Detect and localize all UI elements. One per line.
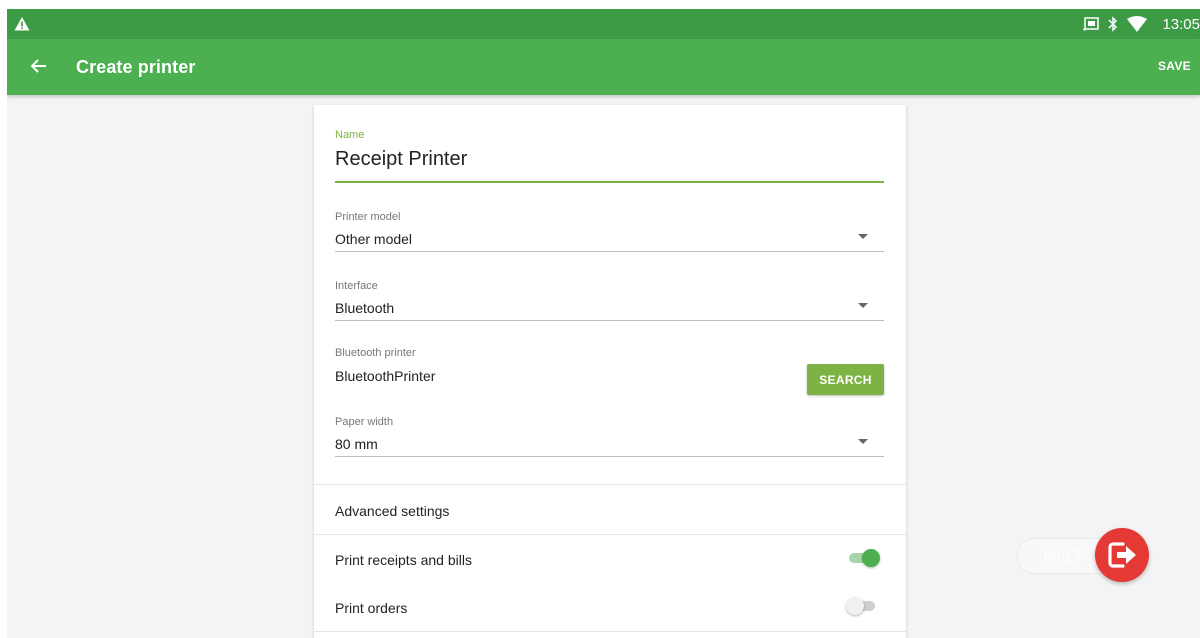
printer-model-value[interactable]: Other model [335,231,884,247]
paper-width-value[interactable]: 80 mm [335,436,884,452]
page-title: Create printer [76,57,196,77]
app-screen: 13:05 Create printer SAVE Name Receipt P… [7,9,1200,638]
printer-form-card: Name Receipt Printer Printer model Other… [314,105,906,638]
timer-text: 09:17 [1044,548,1082,565]
paper-width-underline [335,456,884,457]
wifi-icon [1127,16,1148,32]
status-bar: 13:05 [7,9,1200,39]
name-field[interactable]: Name Receipt Printer [335,129,884,184]
search-button[interactable]: SEARCH [807,364,884,395]
print-receipts-toggle[interactable] [846,548,882,568]
exit-icon [1108,542,1136,568]
divider [314,631,906,632]
alert-icon [14,17,30,31]
status-time: 13:05 [1162,15,1200,33]
divider [314,484,906,485]
save-button[interactable]: SAVE [1158,59,1191,73]
interface-label: Interface [335,280,378,292]
bluetooth-printer-value: BluetoothPrinter [335,368,436,384]
chevron-down-icon[interactable] [858,439,868,444]
divider [314,534,906,535]
app-bar: Create printer SAVE [7,39,1200,95]
advanced-settings-header: Advanced settings [335,503,450,519]
interface-select[interactable]: Interface Bluetooth [335,280,884,321]
cast-icon [1083,17,1100,31]
bluetooth-printer-label: Bluetooth printer [335,347,416,359]
paper-width-select[interactable]: Paper width 80 mm [335,416,884,457]
print-orders-toggle[interactable] [846,596,882,616]
printer-model-select[interactable]: Printer model Other model [335,211,884,252]
chevron-down-icon[interactable] [858,234,868,239]
status-icons: 13:05 [1083,9,1200,39]
exit-button[interactable] [1095,528,1149,582]
name-underline [335,181,884,183]
print-orders-label: Print orders [335,600,408,616]
printer-model-underline [335,251,884,252]
bluetooth-icon [1108,16,1118,32]
switch-thumb [862,549,880,567]
interface-value[interactable]: Bluetooth [335,300,884,316]
name-label: Name [335,129,365,141]
name-input[interactable]: Receipt Printer [335,148,884,171]
interface-underline [335,320,884,321]
arrow-back-icon[interactable] [28,55,50,77]
bluetooth-printer-field: Bluetooth printer BluetoothPrinter [335,347,795,384]
switch-thumb [846,597,864,615]
printer-model-label: Printer model [335,211,401,223]
chevron-down-icon[interactable] [858,303,868,308]
paper-width-label: Paper width [335,416,394,428]
print-receipts-label: Print receipts and bills [335,552,472,568]
